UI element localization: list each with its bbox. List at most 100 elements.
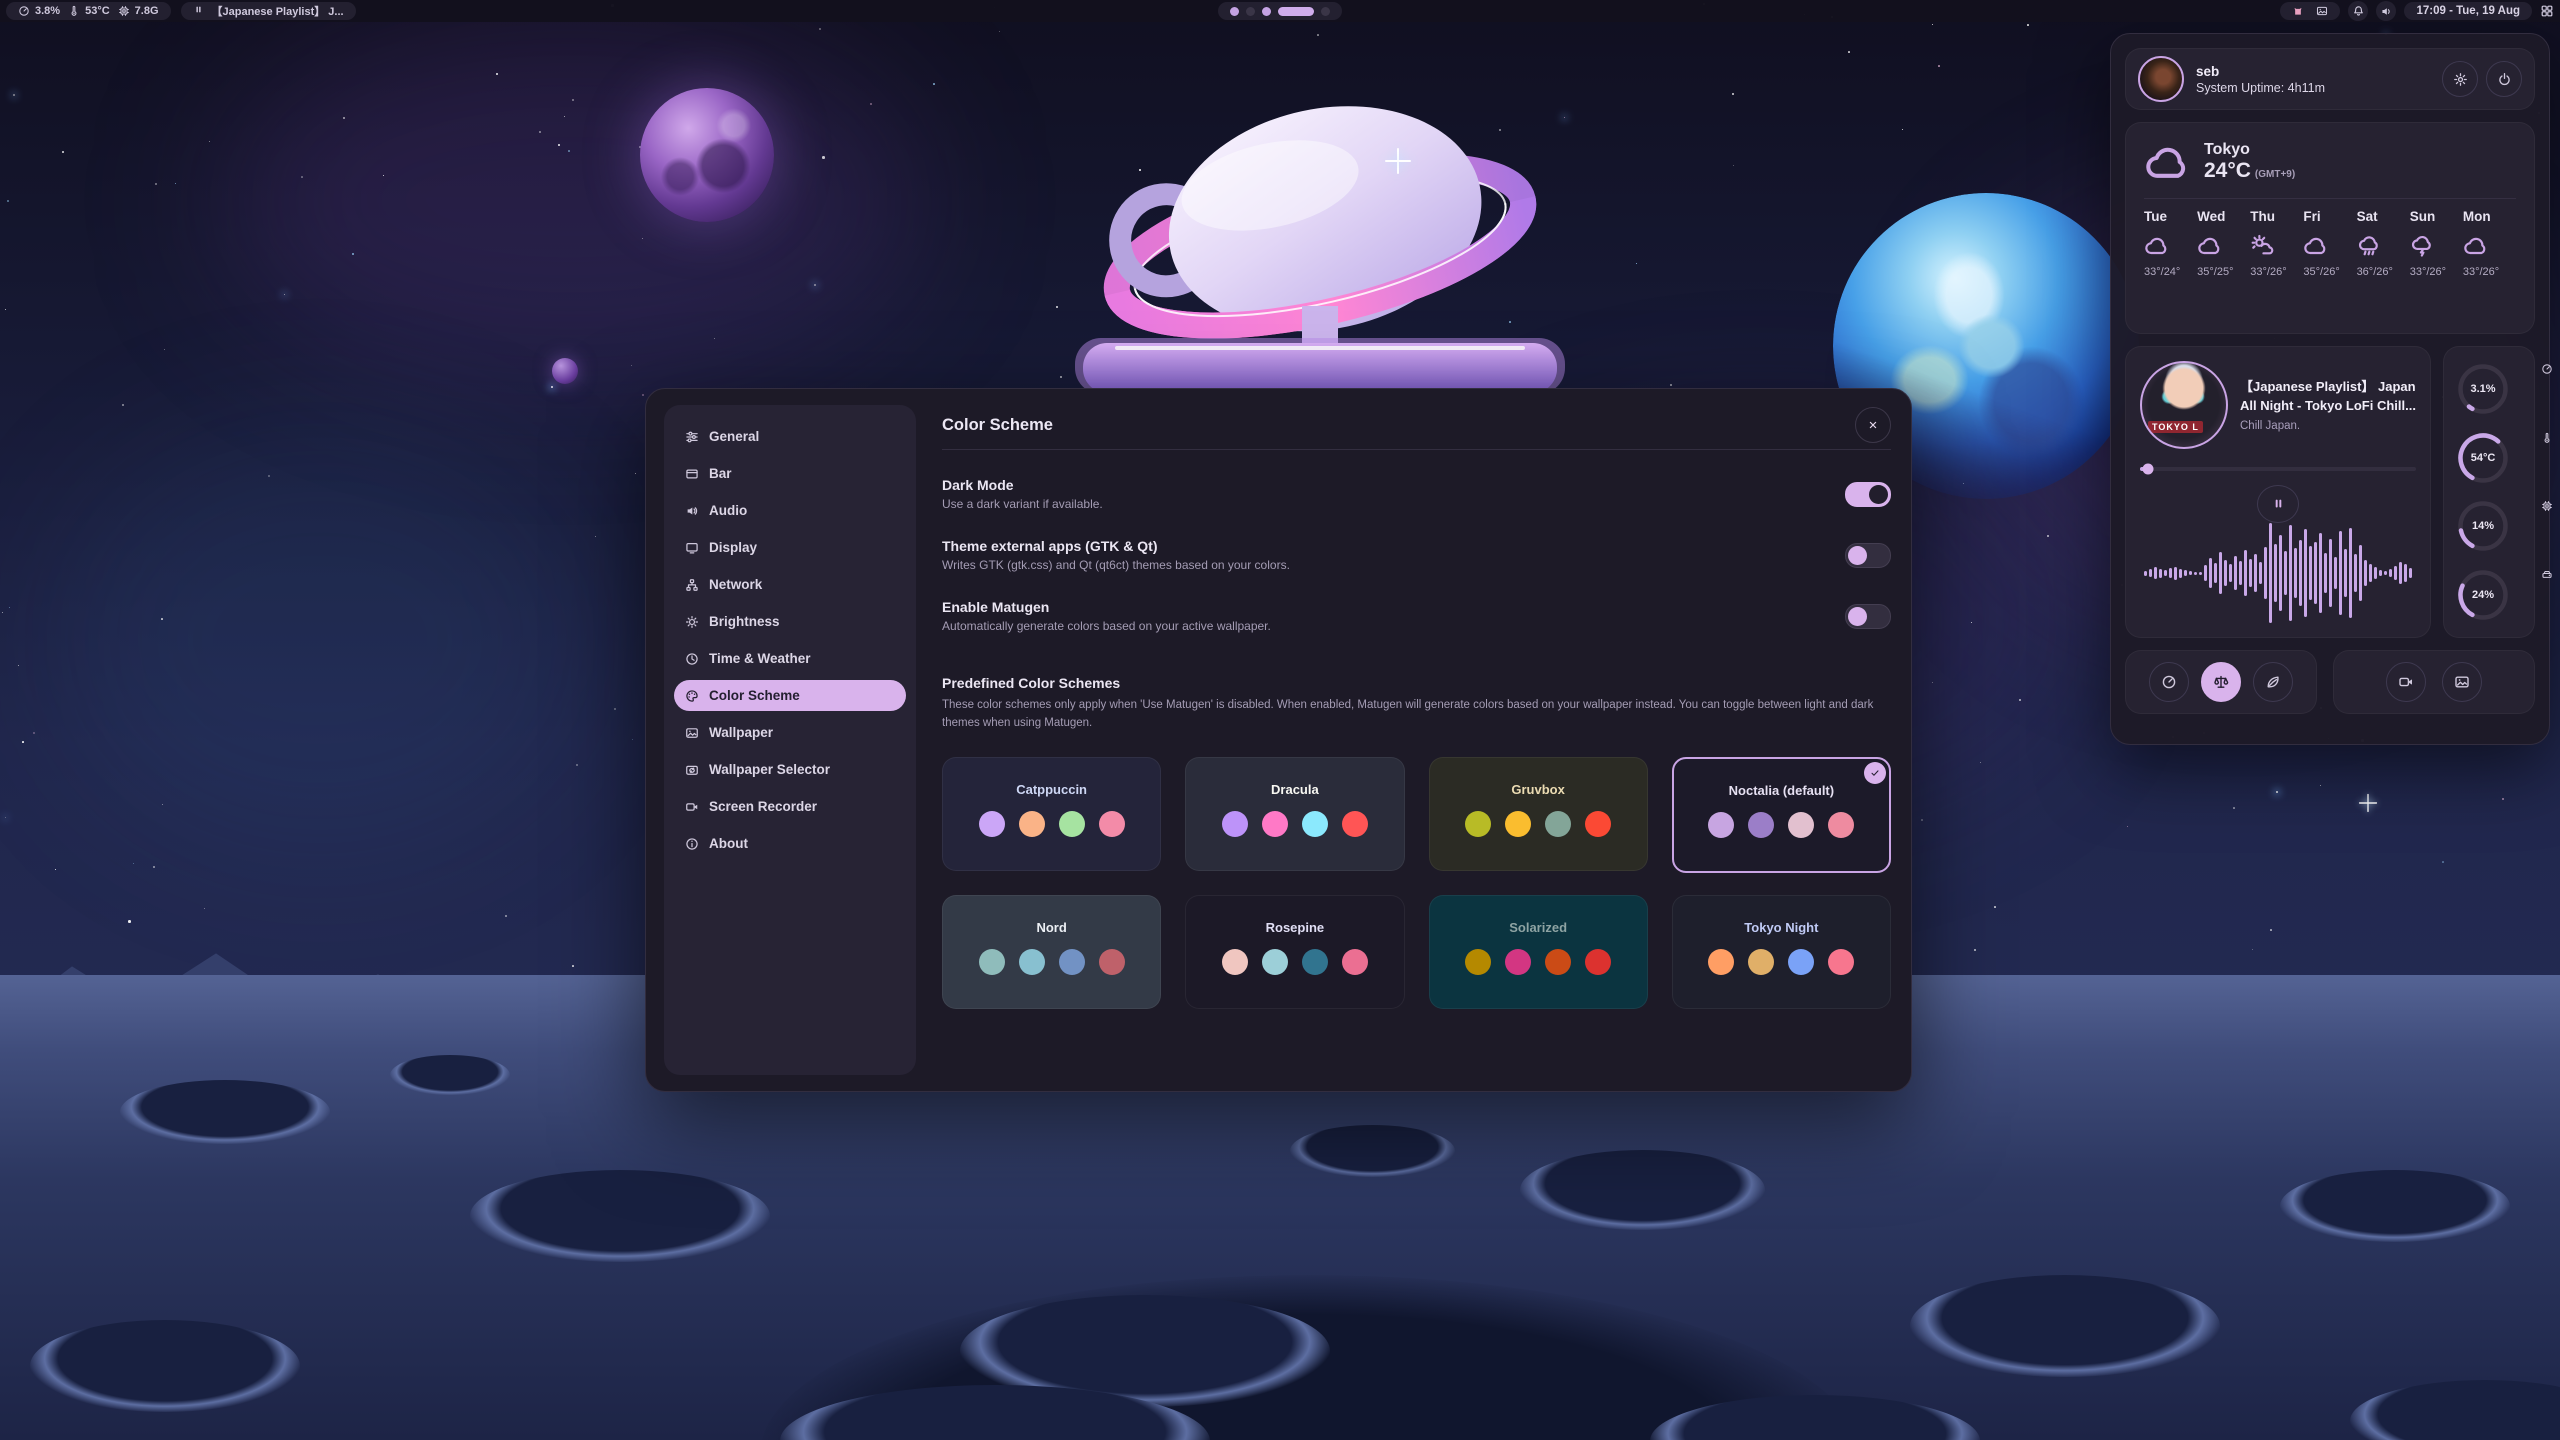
screen-recorder-button[interactable] [2386,662,2426,702]
volume-icon [2380,5,2393,18]
dark-mode-toggle[interactable] [1845,482,1891,507]
volume-button[interactable] [2376,1,2396,21]
weather-timezone: (GMT+9) [2255,169,2295,180]
sidebar-item-time-weather[interactable]: Time & Weather [674,643,906,674]
sidebar-item-audio[interactable]: Audio [674,495,906,526]
power-icon [2497,72,2512,87]
scheme-card-catppuccin[interactable]: Catppuccin [942,757,1161,871]
gear-icon [2453,72,2468,87]
color-swatch [1262,811,1288,837]
sidebar-item-wallpaper-selector[interactable]: Wallpaper Selector [674,754,906,785]
monitor-icon [685,541,699,555]
power-profile-performance-button[interactable] [2149,662,2189,702]
weather-city: Tokyo [2204,141,2295,159]
scheme-card-rosepine[interactable]: Rosepine [1185,895,1404,1009]
uptime: System Uptime: 4h11m [2196,81,2325,95]
scheme-card-tokyo-night[interactable]: Tokyo Night [1672,895,1891,1009]
color-swatch [1059,811,1085,837]
scheme-card-dracula[interactable]: Dracula [1185,757,1404,871]
scheme-card-gruvbox[interactable]: Gruvbox [1429,757,1648,871]
stat-thermometer: 53°C [68,5,110,17]
topbar-media-pill[interactable]: 【Japanese Playlist】 J... [181,2,356,20]
workspace-dot-empty[interactable] [1246,7,1255,16]
workspace-dot-empty[interactable] [1321,7,1330,16]
system-tray[interactable] [2280,2,2340,20]
thermometer-icon [2541,432,2553,444]
gauge-chip: 14% [2444,494,2534,558]
color-swatch [1059,949,1085,975]
app-grid-button[interactable] [2540,4,2554,18]
pause-icon [2271,496,2286,511]
side-panel: seb System Uptime: 4h11m Tokyo 24°C (GMT… [2110,33,2550,745]
cat-icon [2292,5,2304,17]
pause-button[interactable] [2257,485,2299,523]
setting-desc: Writes GTK (gtk.css) and Qt (qt6ct) them… [942,558,1290,572]
color-swatch [1505,949,1531,975]
color-swatch [1505,811,1531,837]
sidebar-item-screen-recorder[interactable]: Screen Recorder [674,791,906,822]
color-swatch [1788,949,1814,975]
network-icon [685,578,699,592]
seek-bar[interactable] [2140,467,2416,471]
cloud-icon [2463,233,2488,258]
notifications-button[interactable] [2348,1,2368,21]
track-title: 【Japanese Playlist】 Japan All Night - To… [2240,378,2416,414]
check-icon [1869,767,1881,779]
cloud-icon [2144,233,2169,258]
image-icon [2316,5,2328,17]
speedometer-icon [18,5,30,17]
scales-icon [2213,674,2229,690]
weather-forecast: Tue33°/24°Wed35°/25°Thu33°/26°Fri35°/26°… [2144,209,2516,278]
setting-title: Enable Matugen [942,599,1271,615]
sidebar-item-brightness[interactable]: Brightness [674,606,906,637]
clock[interactable]: 17:09 - Tue, 19 Aug [2404,2,2532,20]
setting-row-matugen: Enable Matugen Automatically generate co… [942,599,1891,633]
sidebar-item-color-scheme[interactable]: Color Scheme [674,680,906,711]
theme-external-apps-toggle[interactable] [1845,543,1891,568]
setting-title: Theme external apps (GTK & Qt) [942,538,1290,554]
purple-planet [640,88,774,222]
color-swatch [1019,949,1045,975]
cloud-icon [2144,139,2190,185]
video-icon [685,800,699,814]
weather-temp: 24°C [2204,159,2251,183]
workspace-dot-occupied[interactable] [1230,7,1239,16]
workspace-dot-occupied[interactable] [1262,7,1271,16]
scheme-card-noctalia-default-[interactable]: Noctalia (default) [1672,757,1891,873]
power-button[interactable] [2486,61,2522,97]
color-swatch [1585,949,1611,975]
leaf-icon [2265,674,2281,690]
close-button[interactable] [1855,407,1891,443]
sidebar-item-network[interactable]: Network [674,569,906,600]
forecast-day: Sun33°/26° [2410,209,2463,278]
enable-matugen-toggle[interactable] [1845,604,1891,629]
color-swatch [1545,811,1571,837]
rain-cloud-icon [2357,233,2382,258]
power-profile-power-saver-button[interactable] [2253,662,2293,702]
sidebar-item-wallpaper[interactable]: Wallpaper [674,717,906,748]
forecast-day: Wed35°/25° [2197,209,2250,278]
x-icon [1866,418,1880,432]
sidebar-item-about[interactable]: About [674,828,906,859]
setting-row-dark-mode: Dark Mode Use a dark variant if availabl… [942,477,1891,511]
workspace-dot-active[interactable] [1278,7,1314,16]
color-swatch [1788,812,1814,838]
tray-item[interactable] [2292,5,2304,17]
scheme-card-nord[interactable]: Nord [942,895,1161,1009]
tray-item[interactable] [2316,5,2328,17]
color-swatch [1302,811,1328,837]
sidebar-item-display[interactable]: Display [674,532,906,563]
power-profile-balanced-button[interactable] [2201,662,2241,702]
track-artist: Chill Japan. [2240,420,2416,432]
wallpaper-button[interactable] [2442,662,2482,702]
workspace-indicator[interactable] [1218,2,1342,20]
color-swatch [1708,812,1734,838]
album-art-label: TOKYO L [2148,421,2203,433]
sidebar-item-general[interactable]: General [674,421,906,452]
sidebar-item-bar[interactable]: Bar [674,458,906,489]
settings-button[interactable] [2442,61,2478,97]
scheme-card-solarized[interactable]: Solarized [1429,895,1648,1009]
storm-cloud-icon [2410,233,2435,258]
image-icon [685,726,699,740]
image-icon [2454,674,2470,690]
